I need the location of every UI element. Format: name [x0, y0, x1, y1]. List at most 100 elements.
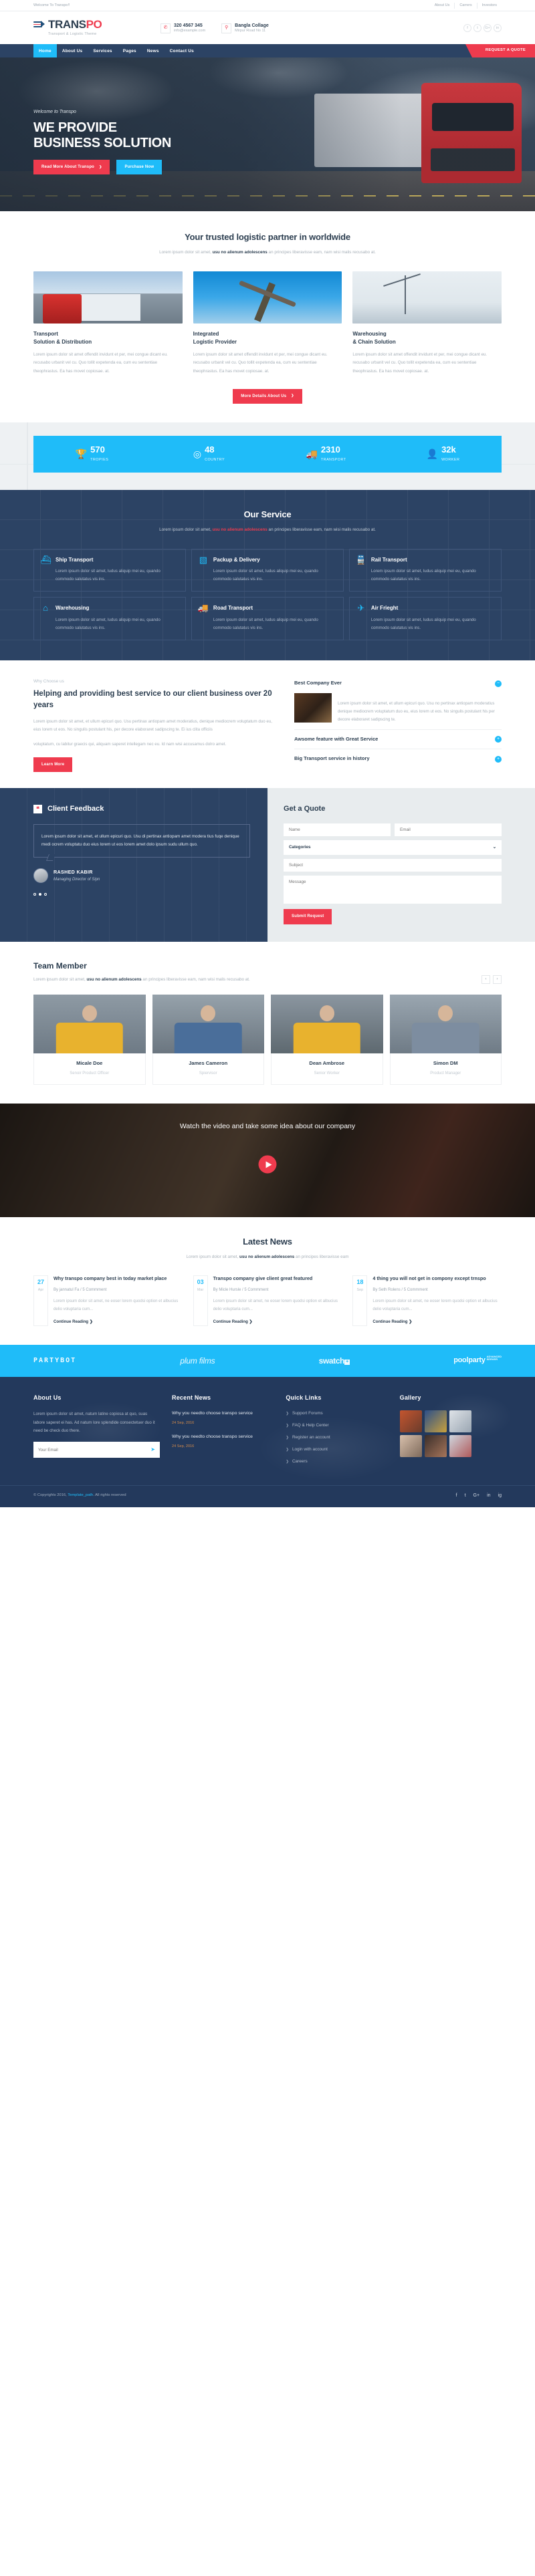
trusted-card[interactable]: Integrated Logistic Provider Lorem ipsum … [193, 271, 342, 375]
feedback-quote-text: Lorem ipsum dolor sit amet, et ullum epi… [41, 833, 239, 847]
gallery-thumb[interactable] [424, 1435, 447, 1458]
trusted-card[interactable]: Transport Solution & Distribution Lorem i… [33, 271, 183, 375]
news-title: Latest News [243, 1236, 292, 1247]
footer-news-item[interactable]: Why you needto choose transpo service 24… [172, 1434, 274, 1450]
feedback-carousel-dots[interactable] [33, 892, 250, 896]
nav-item-services[interactable]: Services [88, 44, 117, 57]
news-item[interactable]: 03 Mar Transpo company give client great… [193, 1275, 342, 1326]
email-input[interactable] [395, 823, 502, 836]
accordion-item-best-company[interactable]: Best Company Ever − Lorem ipsum dolor si… [294, 678, 502, 730]
service-card-title: Ship Transport [56, 556, 94, 563]
news-month: Sep [356, 1288, 364, 1293]
chevron-right-icon: ❯ [291, 394, 294, 398]
submit-request-button[interactable]: Submit Request [284, 909, 332, 924]
name-input[interactable] [284, 823, 391, 836]
airplane-photo [193, 271, 342, 324]
accordion-title: Big Transport service in history [294, 755, 370, 762]
quote-form-title: Get a Quote [284, 805, 326, 813]
newsletter-email-input[interactable] [38, 1447, 151, 1452]
play-icon[interactable] [258, 1155, 277, 1174]
request-quote-button[interactable]: REQUEST A QUOTE [465, 44, 535, 58]
nav-item-news[interactable]: News [142, 44, 165, 57]
google-plus-icon[interactable]: G+ [484, 24, 492, 33]
news-item[interactable]: 18 Sep 4 thing you will not get in compo… [352, 1275, 502, 1326]
counter-item-country: ◎ 48 COUNTRY [150, 445, 268, 463]
service-card-title: Rail Transport [370, 556, 407, 563]
quick-link-faq-help[interactable]: ❯ FAQ & Help Center [286, 1422, 387, 1430]
hero-primary-button[interactable]: Read More About Transpo ❯ [33, 160, 110, 175]
carousel-dot[interactable] [33, 892, 36, 896]
news-item[interactable]: 27 Apr Why transpo company best in today… [33, 1275, 183, 1326]
facebook-icon[interactable]: f [463, 24, 471, 33]
poolparty-logo[interactable]: poolparty ADVANCED SERVER [453, 1354, 502, 1367]
message-textarea[interactable] [284, 876, 502, 904]
nav-item-contact-us[interactable]: Contact Us [165, 44, 199, 57]
swatch-logo[interactable]: swatch + [319, 1354, 350, 1368]
linkedin-icon[interactable]: in [487, 1492, 490, 1500]
continue-reading-link[interactable]: Continue Reading ❯ [372, 1319, 502, 1325]
quick-link-login[interactable]: ❯ Login with account [286, 1446, 387, 1454]
google-plus-icon[interactable]: G+ [473, 1492, 480, 1500]
more-details-button[interactable]: More Details About Us ❯ [233, 388, 302, 404]
brand-logo[interactable]: TRANSPO Transport & Logistic Theme [33, 19, 160, 37]
learn-more-button[interactable]: Learn More [33, 757, 73, 773]
team-card[interactable]: James Cameron Spiervisor [152, 994, 264, 1085]
continue-reading-link[interactable]: Continue Reading ❯ [54, 1319, 183, 1325]
team-photo [271, 994, 383, 1053]
send-icon[interactable]: ➤ [150, 1445, 155, 1454]
quick-link-careers[interactable]: ❯ Careers [286, 1458, 387, 1466]
service-card-ship-transport[interactable]: ⛴ Ship Transport Lorem ipsum dolor sit am… [33, 548, 186, 592]
categories-select[interactable]: Categories ⌄ [284, 840, 502, 856]
top-link-investors[interactable]: Investors [476, 2, 502, 9]
footer-news-item[interactable]: Why you needto choose transpo service 24… [172, 1410, 274, 1426]
news-day: 18 [356, 1279, 364, 1286]
accordion-item-big-transport[interactable]: Big Transport service in history + [294, 749, 502, 769]
service-card-title: Road Transport [213, 605, 253, 612]
nav-item-pages[interactable]: Pages [118, 44, 142, 57]
service-card-packup-delivery[interactable]: ▧ Packup & Delivery Lorem ipsum dolor sit… [191, 548, 344, 592]
subject-input[interactable] [284, 859, 502, 872]
partybot-logo[interactable]: PARTYBOT [33, 1355, 76, 1366]
instagram-icon[interactable]: ig [498, 1492, 502, 1500]
service-card-rail-transport[interactable]: 🚆 Rail Transport Lorem ipsum dolor sit am… [348, 548, 502, 592]
quick-link-register[interactable]: ❯ Register an account [286, 1434, 387, 1442]
footer-recent-news-column: Recent News Why you needto choose transp… [172, 1393, 274, 1470]
gallery-thumb[interactable] [424, 1410, 447, 1433]
service-card-warehousing[interactable]: ⌂ Warehousing Lorem ipsum dolor sit amet,… [33, 597, 186, 641]
carousel-dot-active[interactable] [39, 892, 41, 896]
plus-icon[interactable]: + [495, 735, 502, 743]
gallery-thumb[interactable] [399, 1410, 422, 1433]
nav-item-home[interactable]: Home [33, 44, 57, 58]
team-card[interactable]: Dean Ambrose Senior Worker [271, 994, 383, 1085]
swatch-mark-icon: + [344, 1359, 350, 1365]
plum-films-logo[interactable]: plum films [180, 1354, 215, 1368]
carousel-dot[interactable] [44, 892, 47, 896]
service-card-road-transport[interactable]: 🚚 Road Transport Lorem ipsum dolor sit am… [191, 597, 344, 641]
top-link-about[interactable]: About Us [430, 3, 455, 9]
accordion-item-awsome-feature[interactable]: Awsome feature with Great Service + [294, 730, 502, 750]
brand-name-second: PO [86, 18, 102, 31]
team-card[interactable]: Simon DM Product Manager [389, 994, 502, 1085]
facebook-icon[interactable]: f [456, 1492, 457, 1500]
plus-icon[interactable]: + [495, 755, 502, 763]
chevron-left-icon[interactable]: ‹ [481, 975, 490, 984]
trusted-card[interactable]: Warehousing & Chain Solution Lorem ipsum … [352, 271, 502, 375]
service-card-air-frieght[interactable]: ✈ Air Frieght Lorem ipsum dolor sit amet,… [348, 597, 502, 641]
gallery-thumb[interactable] [399, 1435, 422, 1458]
hero-secondary-button[interactable]: Purchase Now [116, 160, 163, 175]
top-link-carrers[interactable]: Carrers [454, 2, 476, 9]
team-card[interactable]: Micale Doe Senoir Product Officer [33, 994, 146, 1085]
chevron-right-icon[interactable]: › [493, 975, 502, 984]
quick-link-support-forums[interactable]: ❯ Support Forums [286, 1410, 387, 1418]
template-link[interactable]: Template_path [68, 1493, 93, 1497]
footer-socials: f t G+ in ig [456, 1492, 502, 1500]
twitter-icon[interactable]: t [473, 24, 481, 33]
minus-icon[interactable]: − [495, 680, 502, 687]
continue-reading-link[interactable]: Continue Reading ❯ [213, 1319, 342, 1325]
twitter-icon[interactable]: t [465, 1492, 466, 1500]
service-card-title: Packup & Delivery [213, 556, 260, 563]
gallery-thumb[interactable] [449, 1435, 471, 1458]
nav-item-about-us[interactable]: About Us [57, 44, 88, 57]
gallery-thumb[interactable] [449, 1410, 471, 1433]
linkedin-icon[interactable]: in [494, 24, 502, 33]
